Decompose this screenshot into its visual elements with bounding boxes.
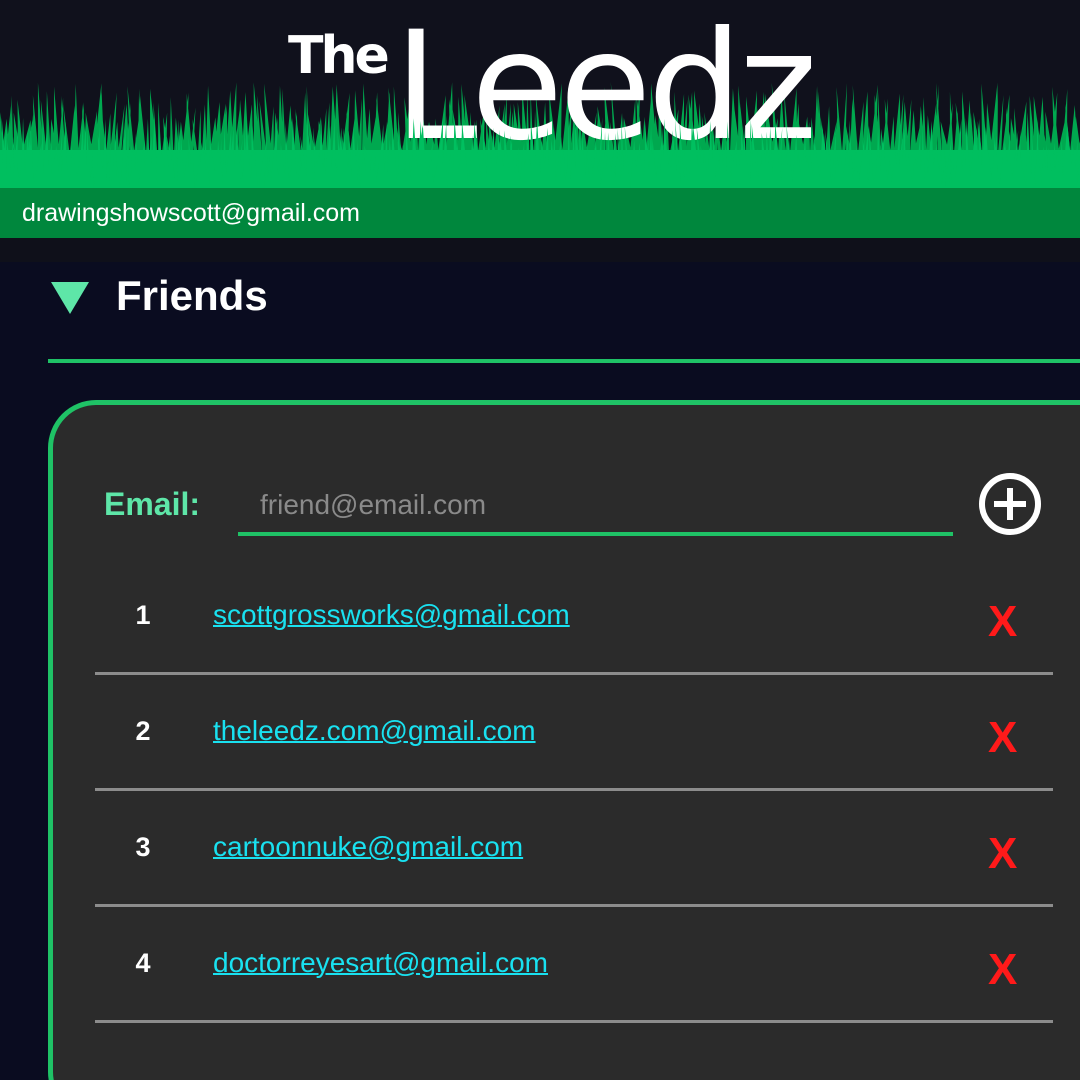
user-email: drawingshowscott@gmail.com [22,199,361,227]
delete-friend-button[interactable]: X [988,829,1017,879]
logo-the-text: The [288,26,390,86]
delete-friend-button[interactable]: X [988,945,1017,995]
friends-section-toggle[interactable]: Friends [48,268,268,324]
plus-circle-icon[interactable] [979,473,1041,535]
friend-number: 4 [135,948,151,978]
logo-leedz-text: Leedz [394,0,817,174]
friend-number: 2 [135,716,151,746]
add-friend-button[interactable] [978,472,1042,536]
header-divider [0,238,1080,262]
friends-title: Friends [116,272,268,319]
friend-email-link[interactable]: doctorreyesart@gmail.com [213,947,548,979]
friend-row: 4 doctorreyesart@gmail.com X [95,907,1053,1023]
email-label: Email: [104,486,201,522]
friend-row: 2 theleedz.com@gmail.com X [95,675,1053,791]
friend-email-link[interactable]: scottgrossworks@gmail.com [213,599,570,631]
app-root: The Leedz drawingshowscott@gmail.com Fri… [0,0,1080,1080]
header-banner: The Leedz [0,0,1080,188]
friend-number: 1 [135,600,151,630]
delete-friend-button[interactable]: X [988,597,1017,647]
delete-friend-button[interactable]: X [988,713,1017,763]
friend-email-link[interactable]: theleedz.com@gmail.com [213,715,536,747]
user-email-bar: drawingshowscott@gmail.com [0,188,1080,238]
friend-row: 1 scottgrossworks@gmail.com X [95,559,1053,675]
section-divider [48,359,1080,363]
friend-email-link[interactable]: cartoonnuke@gmail.com [213,831,523,863]
friend-row: 3 cartoonnuke@gmail.com X [95,791,1053,907]
friend-number: 3 [135,832,151,862]
friend-email-input[interactable] [238,478,953,536]
collapse-triangle-icon[interactable] [51,282,89,314]
